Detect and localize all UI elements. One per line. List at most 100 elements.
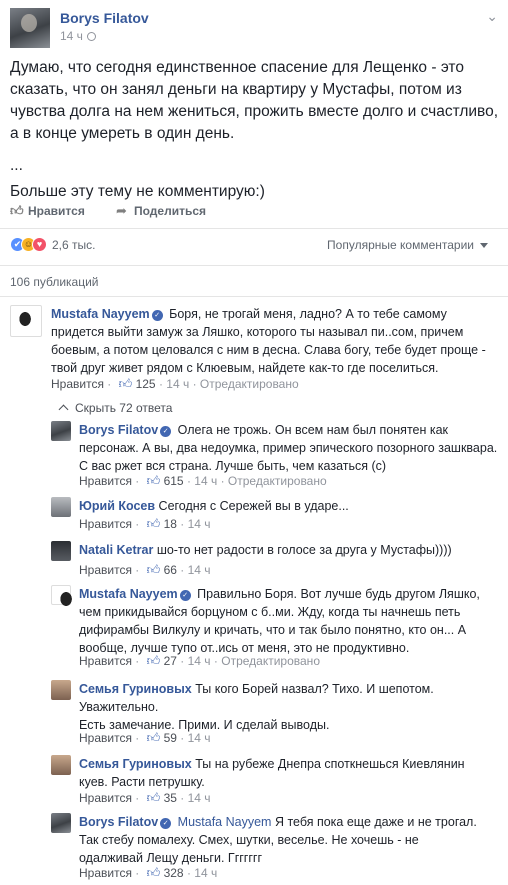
post-ellipsis: ... [10, 157, 23, 174]
reactions-count[interactable]: 2,6 тыс. [52, 238, 95, 252]
avatar[interactable] [51, 755, 71, 775]
love-reaction-icon[interactable]: ♥ [32, 237, 47, 252]
comment-like-count[interactable]: 59 [164, 731, 177, 745]
comment-like-count[interactable]: 328 [164, 866, 184, 880]
post-paragraph: Больше эту тему не комментирую:) [10, 183, 265, 200]
thumbs-up-icon: 👍︎ [146, 562, 161, 577]
avatar[interactable] [51, 421, 71, 441]
comment-like-count[interactable]: 615 [164, 474, 184, 488]
avatar[interactable] [51, 497, 71, 517]
comment-edited[interactable]: Отредактировано [221, 654, 320, 668]
divider [0, 296, 508, 297]
avatar[interactable] [51, 813, 71, 833]
comment-like-link[interactable]: Нравится [79, 474, 132, 488]
meta-separator: · [158, 377, 163, 391]
comment-mention-link[interactable]: Mustafa Nayyem [178, 815, 272, 829]
comment-time[interactable]: 14 ч [194, 474, 217, 488]
globe-icon [86, 32, 96, 41]
comment-like-link[interactable]: Нравится [79, 517, 132, 531]
comment-time[interactable]: 14 ч [188, 563, 211, 577]
verified-badge-icon: ✓ [160, 426, 172, 437]
avatar[interactable] [10, 305, 42, 337]
post-timestamp[interactable]: 14 ч [60, 29, 96, 43]
thumbs-up-icon: 👍︎ [118, 376, 133, 391]
verified-badge-icon: ✓ [179, 590, 191, 601]
thumbs-up-icon: 👍︎ [146, 516, 161, 531]
comment-like-count[interactable]: 66 [164, 563, 177, 577]
comment-like-link[interactable]: Нравится [79, 654, 132, 668]
comment-meta: Нравится · 👍︎ 328 · 14 ч [79, 865, 217, 881]
meta-separator: · [186, 866, 191, 880]
comment-body: Borys Filatov ✓ Mustafa Nayyem Я тебя пок… [79, 813, 479, 867]
meta-separator: · [180, 731, 185, 745]
meta-separator: · [135, 517, 140, 531]
thumbs-up-icon: 👍︎ [146, 730, 161, 745]
comment-time[interactable]: 14 ч [188, 731, 211, 745]
chevron-down-icon[interactable]: ⌄ [486, 8, 498, 25]
post-author[interactable]: Borys Filatov [60, 10, 149, 26]
comment-body: Natali Ketrar шо-то нет радости в голосе… [79, 541, 499, 559]
hide-replies-label: Скрыть 72 ответа [75, 401, 173, 415]
comments-sort-dropdown[interactable]: Популярные комментарии [327, 238, 488, 252]
post-body: Думаю, что сегодня единственное спасение… [10, 57, 500, 213]
comment-author[interactable]: Юрий Косев [79, 499, 155, 513]
comment-meta: Нравится · 👍︎ 59 · 14 ч [79, 730, 211, 746]
post-paragraph: Думаю, что сегодня единственное спасение… [10, 59, 499, 142]
comment-edited[interactable]: Отредактировано [228, 474, 327, 488]
meta-separator: · [135, 866, 140, 880]
share-label: Поделиться [134, 204, 207, 218]
comment-time[interactable]: 14 ч [188, 791, 211, 805]
meta-separator: · [135, 563, 140, 577]
comment-like-count[interactable]: 27 [164, 654, 177, 668]
comment-like-link[interactable]: Нравится [51, 377, 104, 391]
meta-separator: · [135, 791, 140, 805]
meta-separator: · [213, 654, 218, 668]
share-arrow-icon: ➦ [116, 203, 127, 218]
comment-time[interactable]: 14 ч [166, 377, 189, 391]
hide-replies-link[interactable]: Скрыть 72 ответа [58, 401, 173, 415]
thumbs-up-icon: 👍︎ [10, 203, 24, 218]
comment-author[interactable]: Семья Гуриновых [79, 682, 192, 696]
post-actions: 👍︎ Нравится ➦ Поделиться [10, 201, 498, 221]
publications-count[interactable]: 106 публикаций [10, 275, 99, 289]
comment-like-link[interactable]: Нравится [79, 791, 132, 805]
meta-separator: · [180, 791, 185, 805]
comment-author[interactable]: Mustafa Nayyem [51, 307, 150, 321]
divider [0, 228, 508, 229]
comment-like-count[interactable]: 18 [164, 517, 177, 531]
comment-text: шо-то нет радости в голосе за друга у Му… [156, 543, 452, 557]
comment-like-count[interactable]: 35 [164, 791, 177, 805]
comment-like-count[interactable]: 125 [136, 377, 156, 391]
comment-like-link[interactable]: Нравится [79, 731, 132, 745]
meta-separator: · [107, 377, 112, 391]
comment-like-link[interactable]: Нравится [79, 866, 132, 880]
avatar[interactable] [51, 680, 71, 700]
comment-author[interactable]: Семья Гуриновых [79, 757, 192, 771]
verified-badge-icon: ✓ [160, 818, 172, 829]
share-button[interactable]: ➦ Поделиться [116, 203, 206, 219]
comment-body: Mustafa Nayyem ✓ Боря, не трогай меня, ла… [51, 305, 501, 377]
avatar[interactable] [51, 585, 76, 611]
meta-separator: · [180, 654, 185, 668]
comment-time[interactable]: 14 ч [188, 517, 211, 531]
comment-author[interactable]: Mustafa Nayyem [79, 587, 178, 601]
meta-separator: · [135, 654, 140, 668]
comment-body: Юрий Косев Сегодня с Сережей вы в ударе.… [79, 497, 499, 515]
thumbs-up-icon: 👍︎ [146, 473, 161, 488]
avatar[interactable] [51, 541, 71, 561]
comment-author[interactable]: Borys Filatov [79, 423, 158, 437]
comment-author[interactable]: Natali Ketrar [79, 543, 153, 557]
post-time-text[interactable]: 14 ч [60, 29, 83, 43]
comment-meta: Нравится · 👍︎ 615 · 14 ч · Отредактирова… [79, 473, 327, 489]
like-button[interactable]: 👍︎ Нравится [10, 203, 85, 219]
chevron-up-icon [58, 404, 69, 415]
comment-time[interactable]: 14 ч [188, 654, 211, 668]
comment-author[interactable]: Borys Filatov [79, 815, 158, 829]
comment-edited[interactable]: Отредактировано [200, 377, 299, 391]
like-label: Нравится [28, 204, 85, 218]
avatar[interactable] [10, 8, 50, 48]
comment-like-link[interactable]: Нравится [79, 563, 132, 577]
comment-time[interactable]: 14 ч [194, 866, 217, 880]
comment-meta: Нравится · 👍︎ 66 · 14 ч [79, 562, 211, 578]
comment-meta: Нравится · 👍︎ 18 · 14 ч [79, 516, 211, 532]
